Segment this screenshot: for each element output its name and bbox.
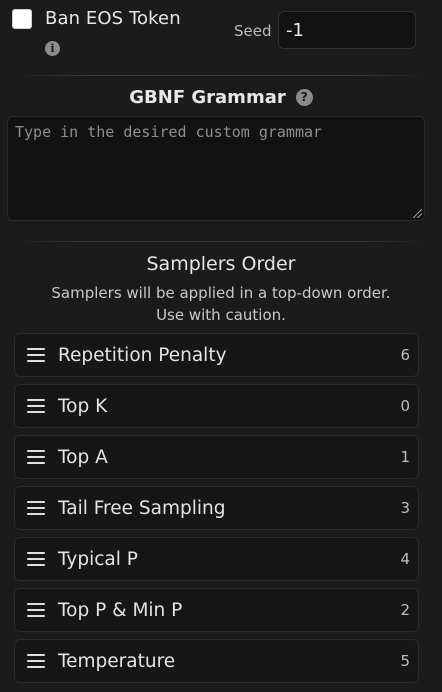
sampler-label: Repetition Penalty	[58, 344, 227, 366]
sampler-item-typical-p[interactable]: Typical P 4	[14, 537, 419, 581]
ban-eos-row: Ban EOS Token	[12, 8, 181, 29]
sampler-index: 4	[400, 550, 410, 568]
sampler-index: 1	[400, 448, 410, 466]
seed-label: Seed	[234, 22, 272, 40]
sampler-settings-panel: Ban EOS Token i Seed GBNF Grammar? Sampl…	[0, 0, 442, 692]
samplers-description-line2: Use with caution.	[156, 306, 286, 324]
sampler-label: Top A	[58, 446, 108, 468]
sampler-index: 2	[400, 601, 410, 619]
sampler-label: Temperature	[58, 650, 176, 672]
drag-handle-icon[interactable]	[27, 399, 45, 413]
seed-input[interactable]	[278, 11, 416, 49]
info-icon[interactable]: i	[45, 41, 60, 56]
drag-handle-icon[interactable]	[27, 552, 45, 566]
sampler-label: Tail Free Sampling	[58, 497, 226, 519]
sampler-item-top-p-min-p[interactable]: Top P & Min P 2	[14, 588, 419, 632]
sampler-item-top-a[interactable]: Top A 1	[14, 435, 419, 479]
sampler-item-top-k[interactable]: Top K 0	[14, 384, 419, 428]
sampler-index: 3	[400, 499, 410, 517]
sampler-index: 0	[400, 397, 410, 415]
drag-handle-icon[interactable]	[27, 603, 45, 617]
drag-handle-icon[interactable]	[27, 501, 45, 515]
resize-grip-icon[interactable]	[413, 209, 422, 218]
drag-handle-icon[interactable]	[27, 348, 45, 362]
sampler-item-repetition-penalty[interactable]: Repetition Penalty 6	[14, 333, 419, 377]
ban-eos-checkbox[interactable]	[12, 8, 32, 29]
grammar-textarea[interactable]	[7, 116, 425, 221]
gbnf-grammar-header: GBNF Grammar?	[0, 86, 442, 108]
sampler-index: 6	[400, 346, 410, 364]
sampler-order-list: Repetition Penalty 6 Top K 0 Top A 1 Tai…	[14, 333, 419, 690]
drag-handle-icon[interactable]	[27, 450, 45, 464]
samplers-order-description: Samplers will be applied in a top-down o…	[0, 282, 442, 326]
question-icon[interactable]: ?	[295, 88, 313, 106]
divider-top	[10, 75, 432, 76]
samplers-description-line1: Samplers will be applied in a top-down o…	[51, 284, 391, 302]
samplers-order-title: Samplers Order	[146, 253, 296, 275]
sampler-label: Top K	[58, 395, 108, 417]
drag-handle-icon[interactable]	[27, 654, 45, 668]
gbnf-grammar-title: GBNF Grammar	[129, 86, 286, 108]
sampler-label: Typical P	[58, 548, 138, 570]
sampler-label: Top P & Min P	[58, 599, 183, 621]
sampler-item-temperature[interactable]: Temperature 5	[14, 639, 419, 683]
ban-eos-label[interactable]: Ban EOS Token	[45, 8, 181, 29]
sampler-index: 5	[400, 652, 410, 670]
divider-middle	[10, 241, 432, 242]
sampler-item-tail-free-sampling[interactable]: Tail Free Sampling 3	[14, 486, 419, 530]
